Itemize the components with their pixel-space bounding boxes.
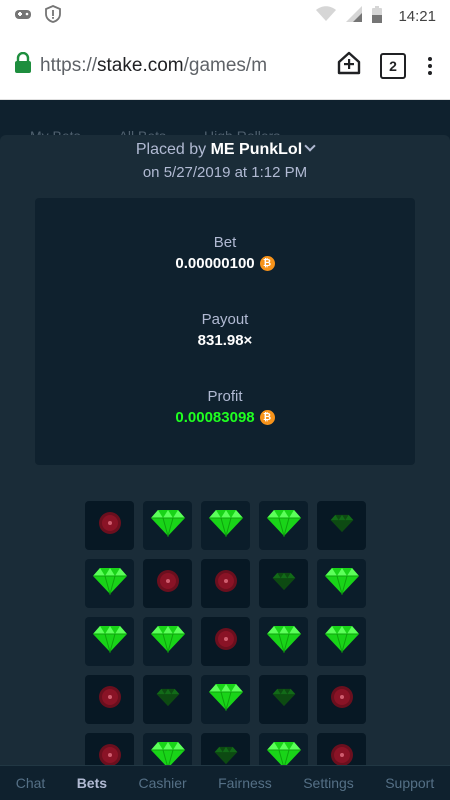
mine-tile <box>143 559 192 608</box>
nav-fairness[interactable]: Fairness <box>218 775 272 791</box>
gem-icon <box>266 509 302 542</box>
placed-by-label: Placed by <box>135 141 207 158</box>
bet-label: Bet <box>213 234 237 251</box>
mine-tile <box>317 675 366 724</box>
gem-tile <box>143 733 192 765</box>
gem-tile-unrevealed <box>317 501 366 550</box>
gem-icon <box>156 688 180 712</box>
nav-cashier[interactable]: Cashier <box>138 775 186 791</box>
gem-icon <box>150 509 186 542</box>
bottom-nav: Chat Bets Cashier Fairness Settings Support <box>0 765 450 800</box>
bet-date: on 5/27/2019 at 1:12 PM <box>142 164 308 181</box>
url-bar[interactable]: https://stake.com/games/m <box>14 51 328 80</box>
url-text: https://stake.com/games/m <box>40 55 267 77</box>
gem-tile <box>85 617 134 666</box>
nav-bets[interactable]: Bets <box>77 775 107 791</box>
gem-icon <box>150 625 186 658</box>
nav-chat[interactable]: Chat <box>16 775 46 791</box>
home-add-icon[interactable] <box>336 50 362 81</box>
placed-by: Placed by ME PunkLol <box>0 138 450 162</box>
mine-icon <box>98 685 122 714</box>
gem-tile-unrevealed <box>259 559 308 608</box>
browser-toolbar: https://stake.com/games/m 2 <box>0 32 450 100</box>
mine-tile <box>317 733 366 765</box>
bet-amount: 0.00000100 ₿ <box>35 255 415 272</box>
gem-icon <box>272 572 296 596</box>
signal-icon <box>346 6 363 26</box>
mine-icon <box>214 569 238 598</box>
bet-amount-value: 0.00000100 <box>175 255 255 272</box>
mine-tile <box>85 501 134 550</box>
bitcoin-icon: ₿ <box>259 256 275 271</box>
gem-icon <box>92 625 128 658</box>
mine-icon <box>214 627 238 656</box>
gem-icon <box>266 741 302 765</box>
gem-icon <box>208 509 244 542</box>
gem-icon <box>272 688 296 712</box>
alert-icon <box>44 5 62 27</box>
gem-icon <box>92 567 128 600</box>
battery-icon <box>372 5 383 27</box>
chevron-down-icon[interactable] <box>304 140 316 152</box>
gem-icon <box>330 514 354 538</box>
mine-tile <box>201 559 250 608</box>
bet-details-modal: Placed by ME PunkLol on 5/27/2019 at 1:1… <box>0 135 450 765</box>
nav-settings[interactable]: Settings <box>303 775 354 791</box>
gem-icon <box>214 746 238 766</box>
mine-tile <box>85 675 134 724</box>
gem-icon <box>266 625 302 658</box>
gem-tile <box>201 501 250 550</box>
gem-icon <box>324 567 360 600</box>
profit-label: Profit <box>207 388 243 405</box>
mines-grid <box>85 501 366 765</box>
nav-support[interactable]: Support <box>385 775 434 791</box>
gem-tile <box>143 501 192 550</box>
bet-stats-panel: Bet 0.00000100 ₿ Payout 831.98× Profit 0… <box>35 198 415 465</box>
status-bar: 14:21 <box>0 0 450 32</box>
profit-amount: 0.00083098 ₿ <box>35 409 415 426</box>
clock: 14:21 <box>398 7 436 25</box>
gem-tile-unrevealed <box>143 675 192 724</box>
gem-tile-unrevealed <box>259 675 308 724</box>
menu-icon[interactable] <box>424 56 436 75</box>
gem-tile <box>201 675 250 724</box>
profit-amount-value: 0.00083098 <box>175 409 255 426</box>
url-prefix: https:// <box>40 54 98 76</box>
page: My Bets All Bets High Rollers Placed by … <box>0 100 450 765</box>
url-host: stake.com <box>97 54 184 76</box>
mine-icon <box>98 743 122 765</box>
gem-tile-unrevealed <box>201 733 250 765</box>
gem-tile <box>259 733 308 765</box>
username-link[interactable]: ME PunkLol <box>211 141 303 158</box>
gem-icon <box>208 683 244 716</box>
gem-tile <box>259 501 308 550</box>
game-controller-icon <box>14 7 32 25</box>
gem-tile <box>317 617 366 666</box>
gem-icon <box>150 741 186 765</box>
gem-tile <box>85 559 134 608</box>
url-path: /games/m <box>183 54 268 76</box>
payout-value: 831.98× <box>197 332 253 349</box>
mine-icon <box>98 511 122 540</box>
mine-icon <box>330 685 354 714</box>
mine-icon <box>330 743 354 765</box>
bet-stat: Bet 0.00000100 ₿ <box>35 234 415 272</box>
bitcoin-icon: ₿ <box>259 410 275 425</box>
profit-stat: Profit 0.00083098 ₿ <box>35 388 415 426</box>
gem-tile <box>317 559 366 608</box>
wifi-icon <box>316 6 337 26</box>
gem-icon <box>324 625 360 658</box>
mine-tile <box>85 733 134 765</box>
payout-label: Payout <box>201 311 249 328</box>
lock-icon <box>14 51 32 80</box>
gem-tile <box>259 617 308 666</box>
mine-icon <box>156 569 180 598</box>
tabs-icon[interactable]: 2 <box>380 52 406 79</box>
payout-stat: Payout 831.98× <box>35 311 415 349</box>
gem-tile <box>143 617 192 666</box>
mine-tile <box>201 617 250 666</box>
